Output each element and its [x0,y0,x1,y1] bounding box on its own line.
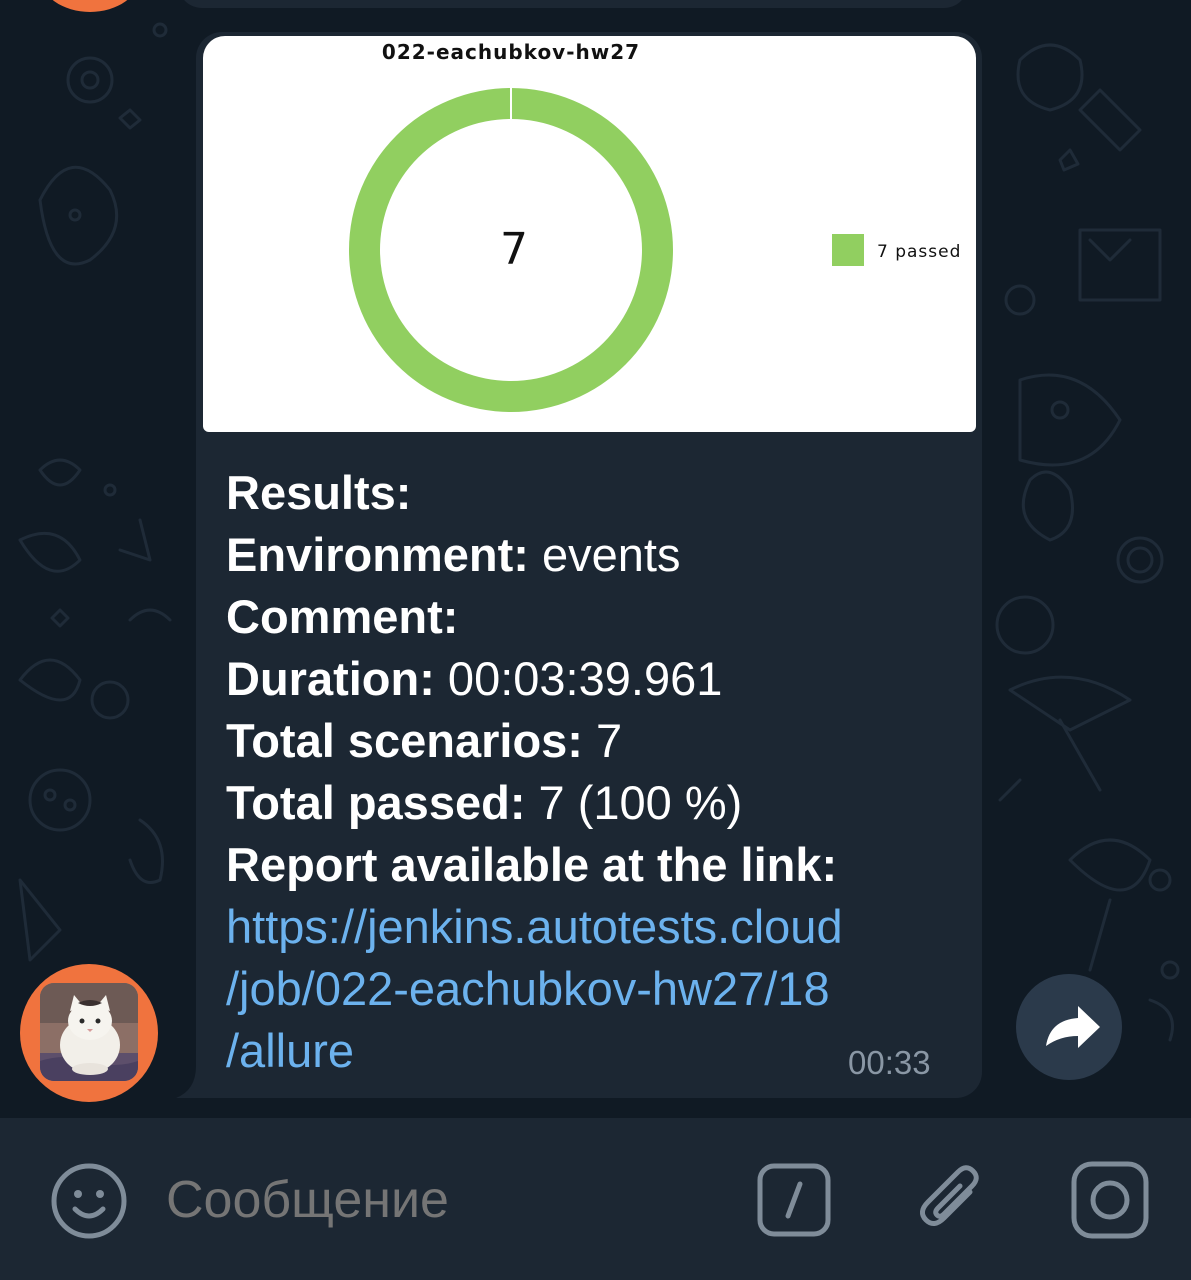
environment-value: events [528,528,681,581]
total-scenarios-line: Total scenarios: 7 [226,710,956,772]
report-link-line-2[interactable]: /job/022-eachubkov-hw27/18 [226,958,956,1020]
report-link-line-3[interactable]: /allure [226,1020,956,1082]
chart-title: 022-eachubkov-hw27 [381,40,641,64]
legend-swatch-passed [832,234,864,266]
duration-value: 00:03:39.961 [434,652,723,705]
camera-icon [1071,1161,1149,1239]
comment-label: Comment: [226,590,459,643]
slash-commands-icon [757,1163,831,1237]
share-button[interactable] [1016,974,1122,1080]
total-passed-line: Total passed: 7 (100 %) [226,772,956,834]
total-scenarios-value: 7 [582,714,623,767]
total-scenarios-label: Total scenarios: [226,714,583,767]
message-time: 00:33 [848,1044,931,1081]
share-arrow-icon [1046,1006,1100,1048]
camera-button[interactable] [1070,1160,1150,1240]
emoji-icon [51,1163,127,1239]
commands-button[interactable] [756,1162,832,1238]
donut-center-label: 7 [500,224,528,275]
duration-label: Duration: [226,652,435,705]
legend-label-passed: 7 passed [877,242,962,262]
total-passed-value: 7 (100 %) [525,776,743,829]
bubble-tail [176,1066,206,1098]
message-input[interactable] [166,1170,726,1230]
cat-photo-avatar-icon [40,983,138,1081]
total-passed-label: Total passed: [226,776,526,829]
report-label: Report available at the link: [226,838,838,891]
message-text: Results: Environment: events Comment: Du… [226,462,956,1082]
environment-line: Environment: events [226,524,956,586]
emoji-button[interactable] [48,1160,130,1242]
attach-button[interactable] [912,1160,994,1242]
previous-message-bubble [178,0,968,8]
chart-image[interactable]: 022-eachubkov-hw27 7 7 passed [203,36,976,432]
environment-label: Environment: [226,528,529,581]
paperclip-icon [920,1165,979,1226]
duration-line: Duration: 00:03:39.961 [226,648,956,710]
results-label: Results: [226,466,412,519]
report-link-line-1[interactable]: https://jenkins.autotests.cloud [226,896,956,958]
